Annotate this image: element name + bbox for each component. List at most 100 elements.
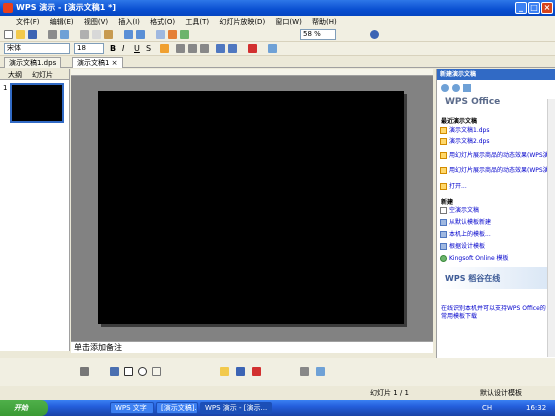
- wps-online-logo: WPS 稻谷在线: [445, 274, 501, 283]
- paste-icon[interactable]: [104, 30, 113, 39]
- new-item-online[interactable]: Kingsoft Online 模板: [449, 254, 553, 263]
- back-icon[interactable]: [441, 84, 449, 92]
- size-select[interactable]: 18: [74, 43, 104, 54]
- task-doc[interactable]: [演示文稿]...: [156, 402, 198, 414]
- shadow-icon[interactable]: [300, 367, 309, 376]
- tab-document-1[interactable]: 演示文稿1.dps: [4, 57, 62, 68]
- left-pane-tabs: 大纲 幻灯片: [0, 69, 69, 80]
- menu-insert[interactable]: 插入(I): [118, 18, 140, 26]
- minimize-button[interactable]: _: [515, 2, 527, 14]
- save-icon[interactable]: [28, 30, 37, 39]
- image-icon[interactable]: [180, 30, 189, 39]
- line-color-icon[interactable]: [236, 367, 245, 376]
- slide-thumbnail[interactable]: [10, 83, 64, 123]
- blank-doc-icon: [440, 207, 447, 214]
- wps-office-logo: WPS Office: [445, 97, 501, 107]
- shadow-button[interactable]: S: [146, 44, 151, 53]
- start-button[interactable]: 开始: [0, 400, 48, 416]
- chart-icon[interactable]: [168, 30, 177, 39]
- menu-slideshow[interactable]: 幻灯片放映(D): [219, 18, 265, 26]
- menu-file[interactable]: 文件(F): [16, 18, 40, 26]
- tab-outline[interactable]: 大纲: [8, 70, 22, 80]
- table-icon[interactable]: [156, 30, 165, 39]
- slide-number: 1: [3, 84, 8, 92]
- tab-document-2[interactable]: 演示文稿1 ×: [72, 57, 123, 68]
- bold-button[interactable]: B: [110, 44, 116, 53]
- new-icon[interactable]: [4, 30, 13, 39]
- menu-tools[interactable]: 工具(T): [185, 18, 209, 26]
- globe-icon: [440, 255, 447, 262]
- zoom-select[interactable]: 58 %: [300, 29, 336, 40]
- select-arrow-icon[interactable]: [80, 367, 89, 376]
- print-icon[interactable]: [48, 30, 57, 39]
- align-center-icon[interactable]: [188, 44, 197, 53]
- doc-icon: [440, 138, 447, 145]
- design-icon[interactable]: [268, 44, 277, 53]
- folder-icon: [440, 183, 447, 190]
- drawing-toolbar: [0, 358, 555, 386]
- underline-button[interactable]: U: [134, 44, 140, 53]
- menu-format[interactable]: 格式(O): [150, 18, 175, 26]
- recent-section-title: 最近演示文稿: [441, 118, 478, 125]
- maximize-button[interactable]: □: [528, 2, 540, 14]
- recent-item[interactable]: 演示文稿2.dps: [449, 137, 553, 146]
- menu-edit[interactable]: 编辑(E): [50, 18, 74, 26]
- language-indicator[interactable]: CH: [482, 404, 492, 412]
- tab-slides[interactable]: 幻灯片: [32, 70, 53, 80]
- taskbar: 开始 WPS 文字 [演示文稿]... WPS 演示 - [演示... CH 1…: [0, 400, 555, 416]
- recent-item[interactable]: 用幻灯片展示商品的动态效果(WPS演示).ppt: [449, 151, 553, 160]
- new-item-local[interactable]: 本机上的模板...: [449, 230, 553, 239]
- bullets-icon[interactable]: [216, 44, 225, 53]
- forward-icon[interactable]: [452, 84, 460, 92]
- template-icon: [440, 243, 447, 250]
- numbering-icon[interactable]: [228, 44, 237, 53]
- doc-icon: [440, 127, 447, 134]
- 3d-icon[interactable]: [316, 367, 325, 376]
- new-section-title: 新建: [441, 199, 454, 206]
- cut-icon[interactable]: [80, 30, 89, 39]
- template-icon: [440, 219, 447, 226]
- font-color-icon[interactable]: [248, 44, 257, 53]
- line-icon[interactable]: [110, 367, 119, 376]
- task-wps-presentation[interactable]: WPS 演示 - [演示...: [200, 402, 272, 414]
- italic-button[interactable]: I: [122, 44, 124, 53]
- online-banner[interactable]: WPS 稻谷在线: [441, 267, 551, 289]
- copy-icon[interactable]: [92, 30, 101, 39]
- textbox-icon[interactable]: [152, 367, 161, 376]
- notes-pane[interactable]: 单击添加备注: [71, 341, 433, 353]
- open-icon[interactable]: [16, 30, 25, 39]
- rectangle-icon[interactable]: [124, 367, 133, 376]
- align-right-icon[interactable]: [200, 44, 209, 53]
- clock: 16:32: [526, 404, 547, 412]
- close-button[interactable]: ×: [541, 2, 553, 14]
- menu-window[interactable]: 窗口(W): [275, 18, 301, 26]
- task-pane-title: 新建演示文稿: [437, 69, 555, 80]
- online-description: 在线识别本机并可以支持WPS Office的常用模板下载: [441, 305, 546, 320]
- menu-view[interactable]: 视图(V): [84, 18, 108, 26]
- task-wps-writer[interactable]: WPS 文字: [110, 402, 154, 414]
- new-item-blank[interactable]: 空演示文稿: [449, 206, 553, 215]
- fill-color-icon[interactable]: [220, 367, 229, 376]
- ellipse-icon[interactable]: [138, 367, 147, 376]
- redo-icon[interactable]: [136, 30, 145, 39]
- menu-help[interactable]: 帮助(H): [312, 18, 337, 26]
- recent-item[interactable]: 用幻灯片展示商品的动态效果(WPS演示).ppt: [449, 166, 553, 175]
- task-pane-scrollbar[interactable]: [547, 99, 555, 357]
- open-link[interactable]: 打开...: [449, 182, 553, 191]
- new-item-default[interactable]: 从默认模板新建: [449, 218, 553, 227]
- home-icon[interactable]: [463, 84, 471, 92]
- document-tabs: 演示文稿1.dps 演示文稿1 ×: [0, 56, 555, 68]
- highlight-icon[interactable]: [160, 44, 169, 53]
- font-select[interactable]: 宋体: [4, 43, 70, 54]
- undo-icon[interactable]: [124, 30, 133, 39]
- ruler: [71, 69, 433, 76]
- align-left-icon[interactable]: [176, 44, 185, 53]
- format-toolbar: 宋体 18 B I U S: [0, 42, 555, 56]
- new-item-design[interactable]: 根据设计模板: [449, 242, 553, 251]
- text-color-icon[interactable]: [252, 367, 261, 376]
- slide-status: 幻灯片 1 / 1: [370, 389, 409, 397]
- current-slide[interactable]: [98, 91, 404, 324]
- preview-icon[interactable]: [60, 30, 69, 39]
- help-icon[interactable]: [370, 30, 379, 39]
- recent-item[interactable]: 演示文稿1.dps: [449, 126, 553, 135]
